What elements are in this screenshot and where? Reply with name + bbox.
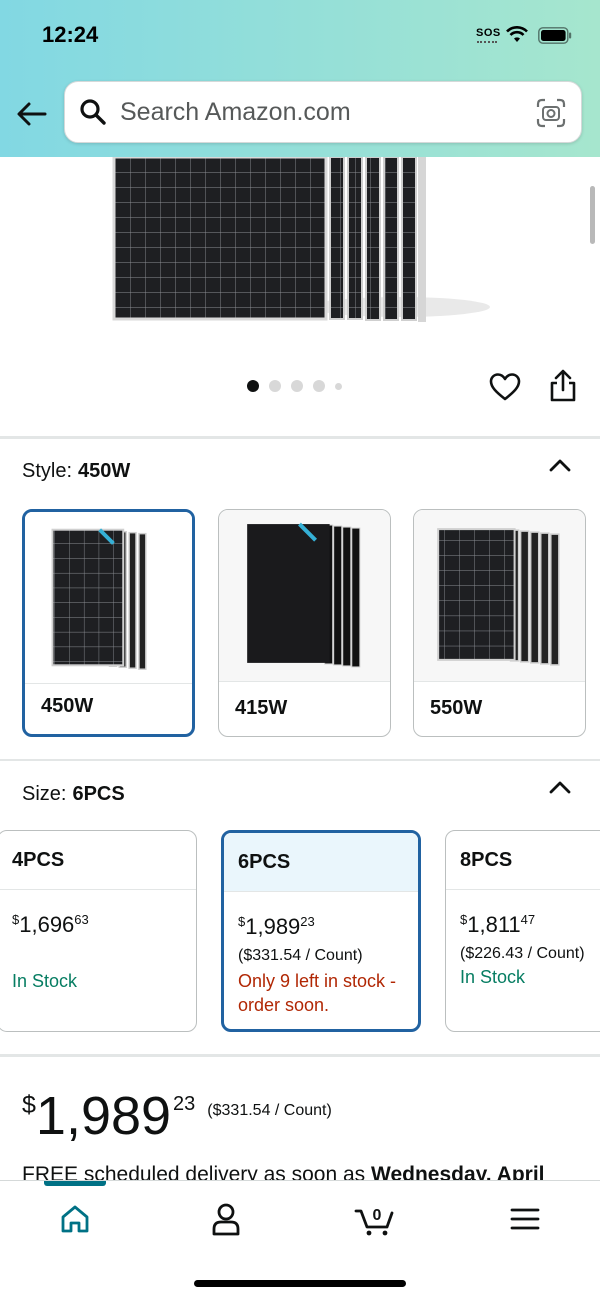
product-image[interactable] [100,157,500,332]
style-option-label: 450W [41,695,94,717]
share-icon[interactable] [547,368,579,404]
style-option-450w[interactable]: 450W [22,509,195,737]
style-option-image [414,510,585,682]
stock-status: Only 9 left in stock - order soon. [238,971,397,1015]
image-pager[interactable] [247,380,342,392]
wifi-icon [506,26,528,42]
cart-count: 0 [373,1207,382,1224]
price-currency: $ [22,1091,36,1119]
battery-icon [538,27,572,44]
price-fraction: 23 [173,1093,196,1115]
pager-dot[interactable] [291,380,303,392]
style-option-550w[interactable]: 550W [413,509,586,737]
style-option-label: 550W [430,697,483,719]
buybox-price: $ 1,989 23 ($331.54 / Count) [22,1085,332,1147]
stock-status: In Stock [12,971,78,991]
style-selected-value: 450W [78,460,131,482]
style-label: Style: [22,460,73,482]
heart-icon[interactable] [488,371,522,403]
stock-status: In Stock [460,967,526,987]
header: 12:24 SOS Search Amazon.com [0,0,600,157]
size-option-price: $1,81147 [460,912,536,937]
section-divider [0,1054,600,1057]
unit-price: ($331.54 / Count) [207,1102,332,1119]
pager-dot[interactable] [313,380,325,392]
pager-dot[interactable] [247,380,259,392]
back-arrow-icon[interactable] [14,96,50,132]
size-option-8pcs[interactable]: 8PCS $1,81147 ($226.43 / Count) In Stock [445,830,600,1032]
size-option-6pcs[interactable]: 6PCS $1,98923 ($331.54 / Count) Only 9 l… [221,830,421,1032]
size-label: Size: [22,783,67,805]
section-divider [0,436,600,439]
pager-dot[interactable] [269,380,281,392]
home-icon[interactable] [55,1201,95,1237]
unit-price: ($226.43 / Count) [460,945,585,962]
scrollbar[interactable] [590,186,595,244]
style-option-image [25,512,192,684]
home-indicator[interactable] [194,1280,406,1287]
unit-price: ($331.54 / Count) [238,947,363,964]
chevron-up-icon[interactable] [547,778,573,796]
style-option-415w[interactable]: 415W [218,509,391,737]
account-icon[interactable] [206,1201,246,1237]
size-label-row: Size: 6PCS [22,783,125,806]
chevron-up-icon[interactable] [547,456,573,474]
pager-dot[interactable] [335,382,342,390]
style-label-row: Style: 450W [22,460,130,483]
menu-icon[interactable] [505,1201,545,1237]
size-option-name: 8PCS [446,831,600,890]
size-selected-value: 6PCS [72,783,125,805]
section-divider [0,759,600,761]
size-option-name: 6PCS [224,833,418,892]
size-option-price: $1,69663 [12,912,89,937]
size-option-name: 4PCS [0,831,196,890]
status-time: 12:24 [42,22,99,47]
sos-indicator: SOS [476,27,501,43]
active-tab-indicator [44,1181,106,1186]
price-whole: 1,989 [35,1086,172,1146]
search-input[interactable]: Search Amazon.com [120,98,351,127]
size-option-price: $1,98923 [238,914,315,939]
search-bar[interactable]: Search Amazon.com [64,81,582,143]
size-option-4pcs[interactable]: 4PCS $1,69663 In Stock [0,830,197,1032]
style-option-label: 415W [235,697,288,719]
search-icon [80,99,106,125]
camera-scan-icon[interactable] [535,97,567,129]
cart-icon[interactable]: 0 [354,1201,398,1237]
style-option-image [219,510,390,682]
